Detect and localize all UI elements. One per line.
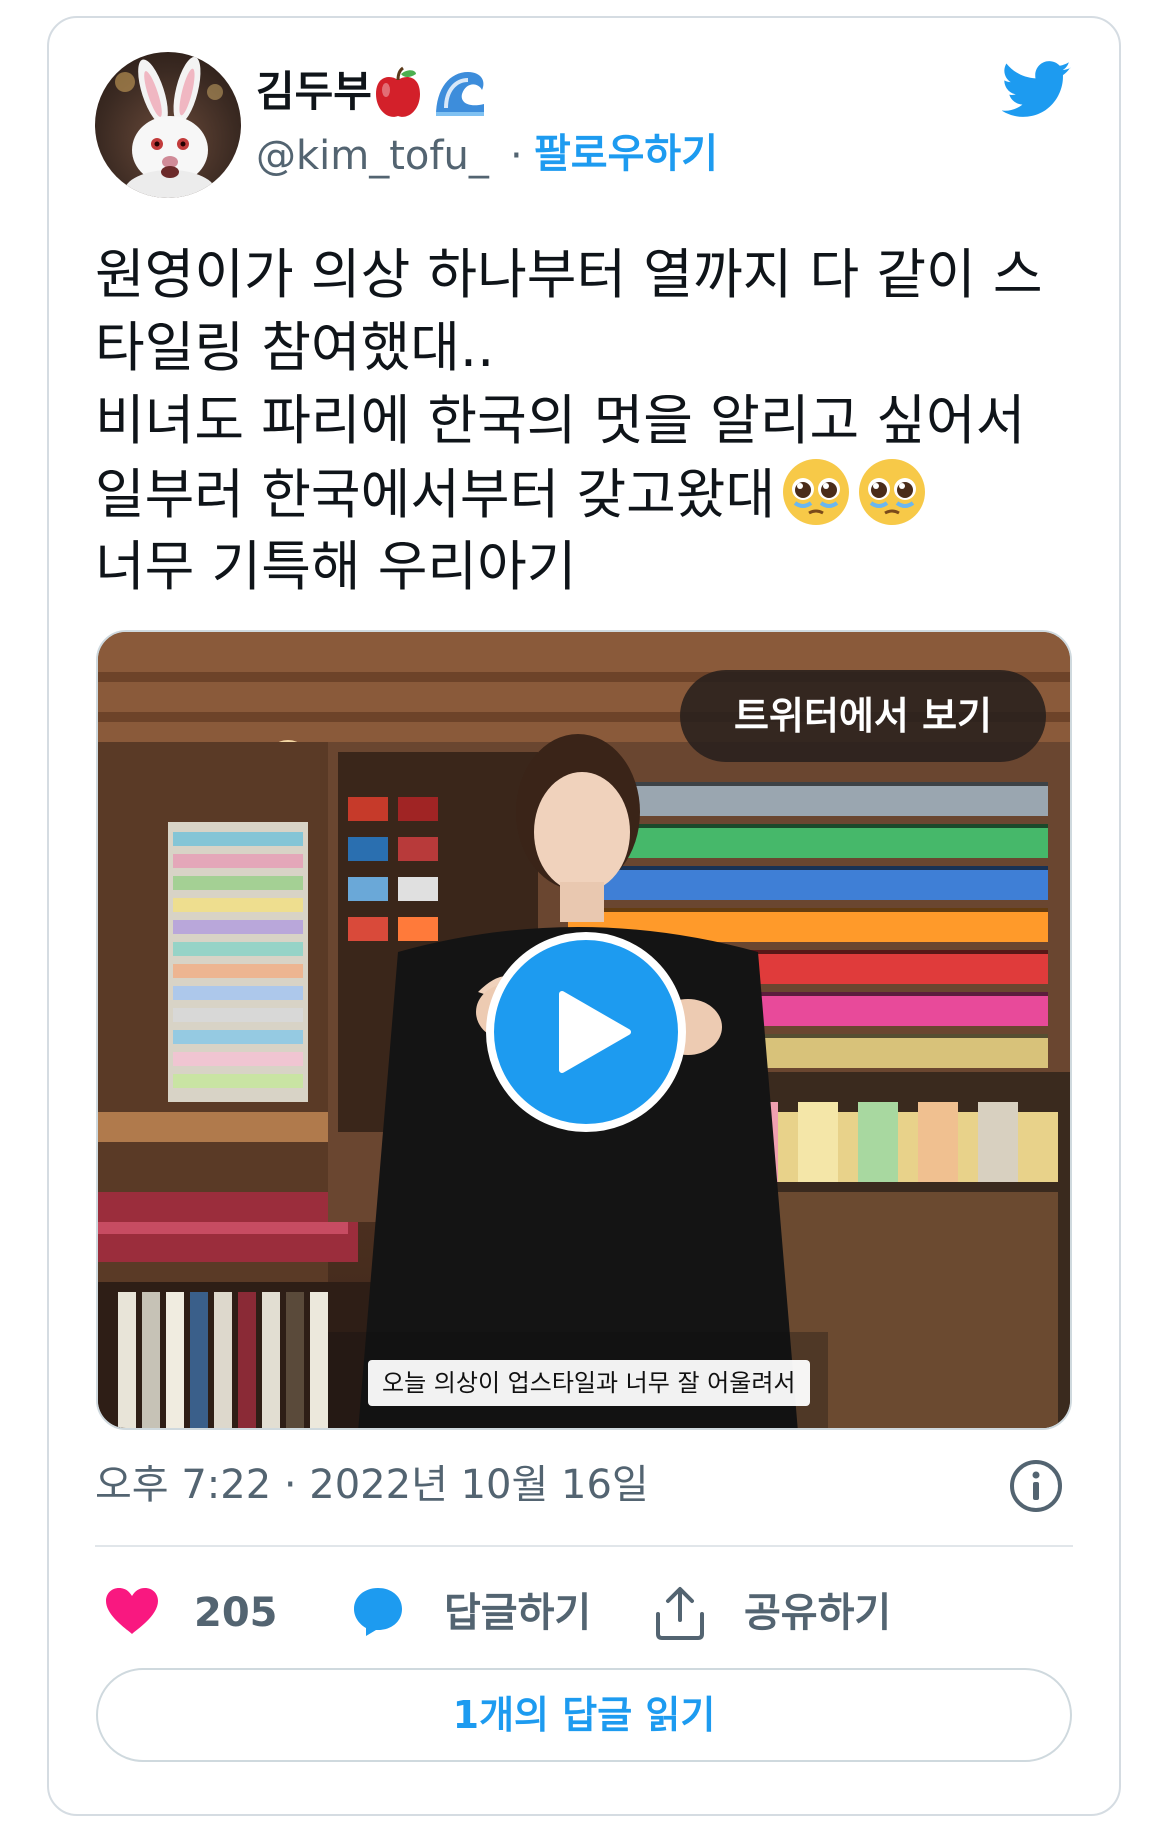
tweet-line-with-emoji: 일부러 한국에서부터 갖고왔대 [95,457,1085,530]
speech-bubble-icon [354,1588,402,1636]
heart-icon [106,1588,158,1634]
tweet-line: 너무 기특해 우리아기 [95,535,577,598]
share-icon [656,1587,704,1640]
share-label: 공유하기 [744,1590,892,1636]
reply-label: 답글하기 [444,1590,592,1636]
share-button[interactable]: 공유하기 [654,1580,914,1646]
video-player[interactable]: 트위터에서 보기 오늘 의상이 업스타일과 너무 잘 어울려서 [96,630,1072,1430]
view-on-twitter-button[interactable]: 트위터에서 보기 [680,670,1046,762]
tweet-line: 비녀도 파리에 한국의 멋을 알리고 싶어서 [95,389,1026,452]
display-name[interactable]: 김두부 [256,66,372,118]
user-handle[interactable]: @kim_tofu_ [256,132,489,180]
avatar[interactable] [95,52,241,198]
reply-button[interactable]: 답글하기 [352,1580,602,1646]
tweet-timestamp[interactable]: 오후 7:22 · 2022년 10월 16일 [95,1460,649,1510]
twitter-bird-icon[interactable] [1002,60,1072,120]
pleading-face-emoji-icon [859,459,926,525]
handle-separator: · [510,133,523,179]
video-subtitle: 오늘 의상이 업스타일과 너무 잘 어울려서 [368,1360,810,1406]
water-wave-emoji-icon [436,72,484,116]
tweet-line: 타일링 참여했대.. [95,316,495,379]
read-replies-button[interactable]: 1개의 답글 읽기 [96,1668,1072,1762]
like-count: 205 [194,1590,278,1636]
divider [95,1545,1073,1547]
tweet-line: 일부러 한국에서부터 갖고왔대 [95,463,776,526]
pleading-face-emoji-icon [783,459,850,525]
play-button[interactable] [486,932,686,1132]
avatar-bunny-image [115,56,223,198]
info-icon[interactable] [1008,1458,1064,1514]
follow-button[interactable]: 팔로우하기 [534,130,718,178]
like-button[interactable]: 205 [104,1580,284,1646]
play-icon [559,991,631,1073]
apple-emoji-icon [376,66,420,117]
tweet-line: 원영이가 의상 하나부터 열까지 다 같이 스 [95,243,1043,306]
tweet-text: 원영이가 의상 하나부터 열까지 다 같이 스 타일링 참여했대.. 비녀도 파… [95,238,1085,603]
